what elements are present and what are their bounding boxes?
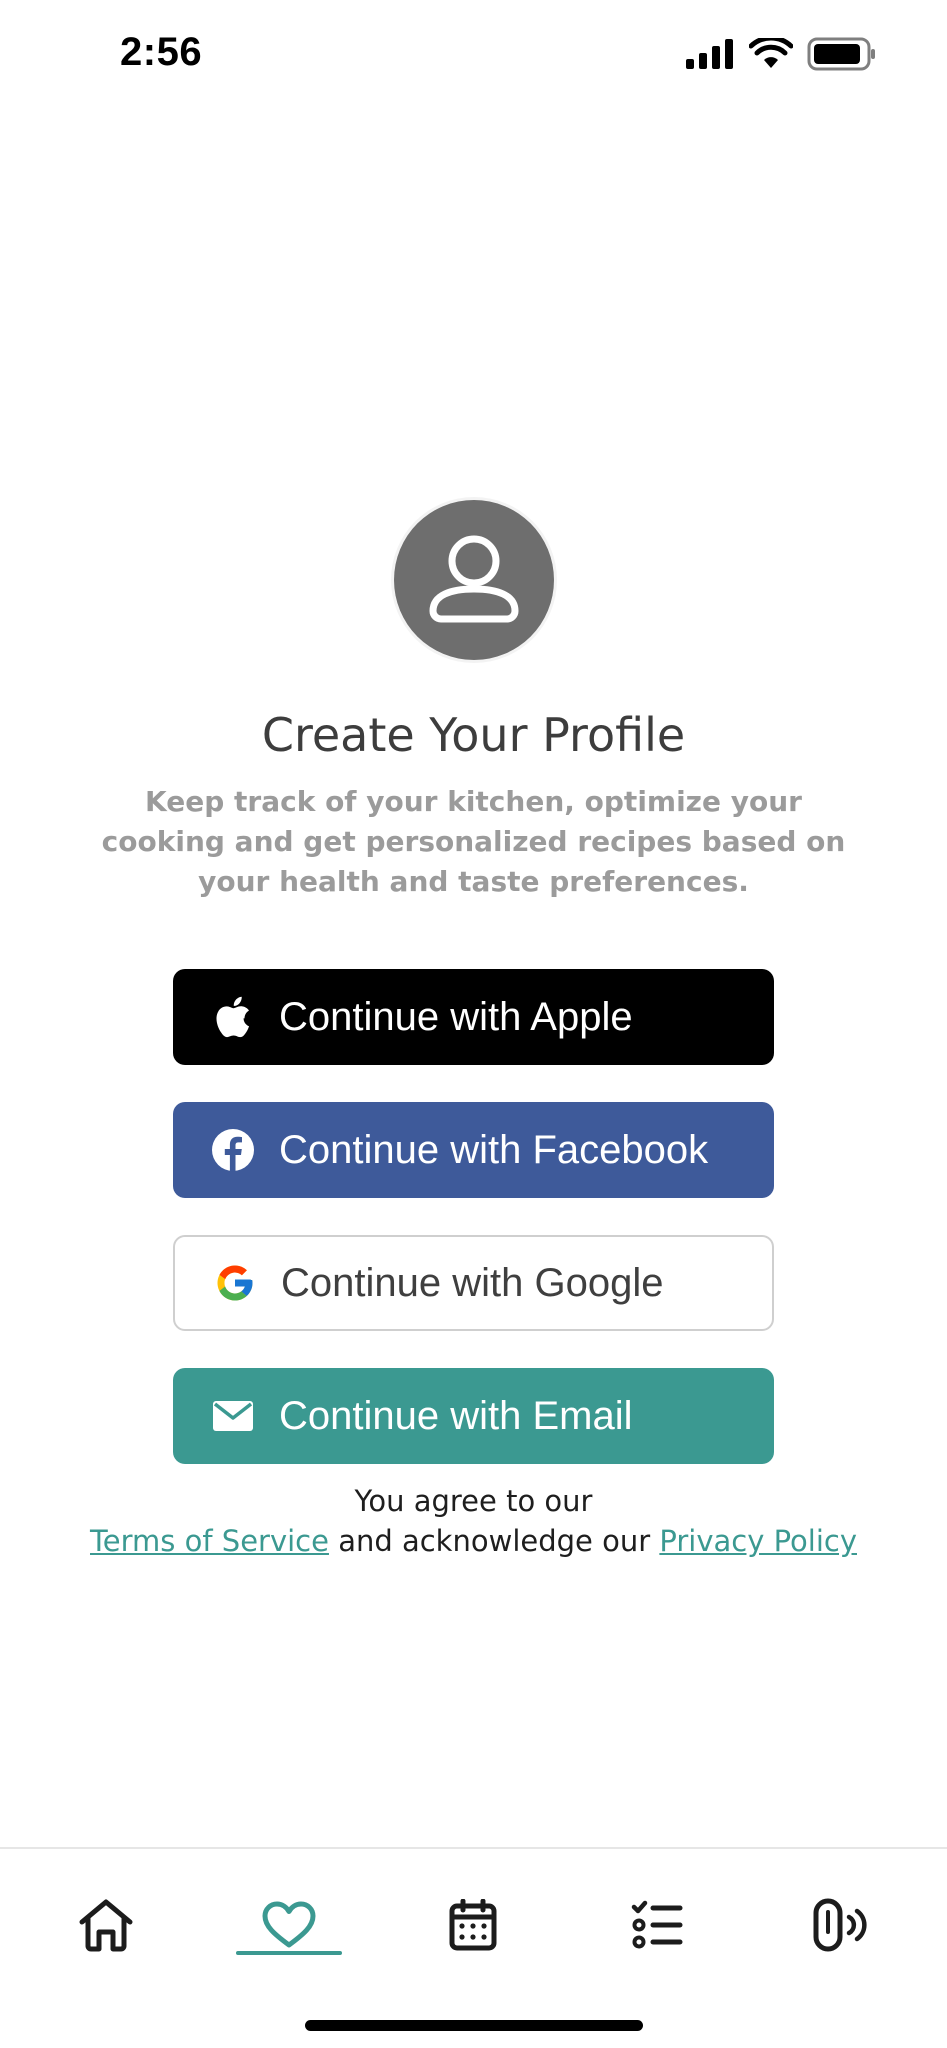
signal-icon bbox=[685, 38, 735, 74]
user-icon bbox=[429, 531, 519, 630]
apple-icon bbox=[211, 995, 255, 1039]
legal-links-line: Terms of Service and acknowledge our Pri… bbox=[0, 1524, 947, 1558]
continue-with-email-label: Continue with Email bbox=[279, 1393, 633, 1438]
continue-with-google-label: Continue with Google bbox=[281, 1260, 664, 1305]
home-indicator bbox=[305, 2020, 643, 2031]
continue-with-apple-label: Continue with Apple bbox=[279, 994, 633, 1039]
heart-icon bbox=[262, 1901, 316, 1954]
continue-with-apple-button[interactable]: Continue with Apple bbox=[173, 969, 774, 1065]
tab-calendar[interactable] bbox=[423, 1877, 523, 1977]
tab-device[interactable] bbox=[791, 1877, 891, 1977]
battery-icon bbox=[807, 37, 877, 76]
screen: 2:56 Create Your Profile Keep track of y… bbox=[0, 0, 947, 2048]
tab-bar bbox=[0, 1847, 947, 2048]
active-tab-indicator bbox=[236, 1951, 342, 1955]
avatar bbox=[394, 500, 554, 660]
tab-list[interactable] bbox=[607, 1877, 707, 1977]
page-subtitle: Keep track of your kitchen, optimize you… bbox=[101, 785, 846, 898]
checklist-icon bbox=[631, 1900, 683, 1955]
status-time: 2:56 bbox=[120, 30, 203, 74]
device-icon bbox=[812, 1898, 870, 1957]
page-title: Create Your Profile bbox=[261, 708, 686, 762]
privacy-policy-link[interactable]: Privacy Policy bbox=[659, 1524, 857, 1558]
facebook-icon bbox=[211, 1128, 255, 1172]
legal-middle-text: and acknowledge our bbox=[338, 1524, 651, 1558]
tab-favorites[interactable] bbox=[239, 1877, 339, 1977]
status-icons bbox=[685, 35, 877, 76]
continue-with-google-button[interactable]: Continue with Google bbox=[173, 1235, 774, 1331]
continue-with-email-button[interactable]: Continue with Email bbox=[173, 1368, 774, 1464]
legal-agree-text: You agree to our bbox=[354, 1484, 593, 1518]
continue-with-facebook-label: Continue with Facebook bbox=[279, 1127, 709, 1172]
google-icon bbox=[213, 1261, 257, 1305]
calendar-icon bbox=[449, 1898, 497, 1956]
mail-icon bbox=[211, 1394, 255, 1438]
tab-home[interactable] bbox=[56, 1877, 156, 1977]
wifi-icon bbox=[748, 35, 794, 75]
home-icon bbox=[77, 1898, 135, 1957]
continue-with-facebook-button[interactable]: Continue with Facebook bbox=[173, 1102, 774, 1198]
terms-of-service-link[interactable]: Terms of Service bbox=[90, 1524, 329, 1558]
